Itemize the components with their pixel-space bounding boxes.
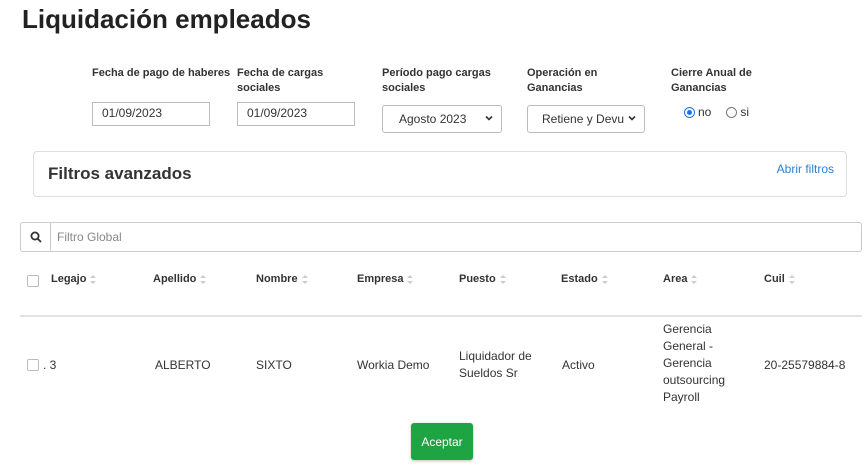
fecha-cargas-input[interactable]: 01/09/2023 — [237, 102, 355, 126]
fecha-pago-input[interactable]: 01/09/2023 — [92, 102, 210, 126]
column-header-empresa[interactable]: Empresa — [357, 273, 414, 285]
column-header-legajo[interactable]: Legajo — [51, 273, 97, 285]
fecha-pago-label: Fecha de pago de haberes — [92, 67, 231, 79]
column-label: Cuil — [764, 273, 785, 285]
fecha-cargas-label: Fecha de cargas sociales — [237, 67, 324, 94]
sort-icon — [691, 274, 698, 284]
sort-icon — [200, 274, 207, 284]
cell-apellido: ALBERTO — [155, 358, 211, 372]
radio-si[interactable] — [726, 106, 738, 118]
global-filter-input[interactable]: Filtro Global — [57, 230, 122, 244]
advanced-filters-panel: Filtros avanzados Abrir filtros — [33, 151, 847, 197]
sort-icon — [601, 274, 608, 284]
periodo-cargas-select[interactable]: Agosto 2023 — [382, 105, 502, 133]
cierre-anual-label: Cierre Anual de Ganancias — [671, 67, 752, 94]
column-label: Legajo — [51, 273, 87, 285]
sort-icon — [499, 274, 506, 284]
operacion-ganancias-select[interactable]: Retiene y Devu — [527, 105, 645, 133]
cell-puesto-line: Liquidador de — [459, 349, 532, 363]
column-header-puesto[interactable]: Puesto — [459, 273, 506, 285]
column-header-cuil[interactable]: Cuil — [764, 273, 795, 285]
table-header-divider — [20, 315, 862, 317]
search-button[interactable] — [21, 223, 51, 251]
sort-icon — [788, 274, 795, 284]
advanced-filters-title: Filtros avanzados — [48, 164, 192, 183]
column-header-apellido[interactable]: Apellido — [153, 273, 207, 285]
cell-legajo: . 3 — [43, 358, 57, 372]
cell-empresa: Workia Demo — [357, 358, 430, 372]
column-header-area[interactable]: Area — [663, 273, 698, 285]
cell-estado: Activo — [562, 358, 595, 372]
cell-area: Gerencia General - Gerencia outsourcing … — [663, 321, 725, 406]
global-filter: Filtro Global — [20, 222, 862, 252]
sort-icon — [90, 274, 97, 284]
periodo-cargas-selected: Agosto 2023 — [399, 112, 467, 126]
cell-cuil: 20-25579884-8 — [764, 358, 846, 372]
column-label: Empresa — [357, 273, 404, 285]
select-all-checkbox[interactable] — [27, 275, 39, 287]
operacion-ganancias-selected: Retiene y Devu — [542, 112, 625, 126]
cell-puesto-line: Sueldos Sr — [459, 366, 518, 380]
column-label: Apellido — [153, 273, 197, 285]
cierre-anual-radio-group: no si — [671, 105, 771, 119]
column-label: Puesto — [459, 273, 496, 285]
column-label: Nombre — [256, 273, 298, 285]
cell-area-line: outsourcing — [663, 373, 726, 387]
search-icon — [30, 231, 42, 243]
radio-no-label: no — [698, 105, 712, 119]
cell-puesto: Liquidador de Sueldos Sr — [459, 348, 532, 382]
sort-icon — [301, 274, 308, 284]
accept-button[interactable]: Aceptar — [411, 423, 473, 460]
sort-icon — [407, 274, 414, 284]
radio-si-label: si — [740, 105, 750, 119]
open-filters-link[interactable]: Abrir filtros — [777, 162, 834, 176]
cell-nombre: SIXTO — [256, 358, 292, 372]
fecha-cargas-field: Fecha de cargas sociales 01/09/2023 — [237, 66, 355, 126]
cell-area-line: Gerencia — [663, 322, 712, 336]
chevron-down-icon — [485, 115, 493, 121]
cell-area-line: Payroll — [663, 390, 700, 404]
column-header-estado[interactable]: Estado — [561, 273, 608, 285]
fecha-pago-field: Fecha de pago de haberes 01/09/2023 — [92, 66, 230, 126]
column-label: Estado — [561, 273, 598, 285]
row-checkbox[interactable] — [27, 359, 39, 371]
operacion-ganancias-label: Operación en Ganancias — [527, 67, 598, 94]
operacion-ganancias-field: Operación en Ganancias Retiene y Devu — [527, 66, 645, 133]
chevron-down-icon — [627, 113, 637, 123]
column-header-nombre[interactable]: Nombre — [256, 273, 308, 285]
periodo-cargas-field: Período pago cargas sociales Agosto 2023 — [382, 66, 512, 133]
cell-area-line: General - — [663, 339, 714, 353]
page-title: Liquidación empleados — [22, 4, 311, 34]
periodo-cargas-label: Período pago cargas sociales — [382, 67, 491, 94]
cierre-anual-field: Cierre Anual de Ganancias no si — [671, 66, 771, 119]
column-label: Area — [663, 273, 688, 285]
cell-area-line: Gerencia — [663, 356, 712, 370]
radio-no[interactable] — [684, 106, 695, 118]
